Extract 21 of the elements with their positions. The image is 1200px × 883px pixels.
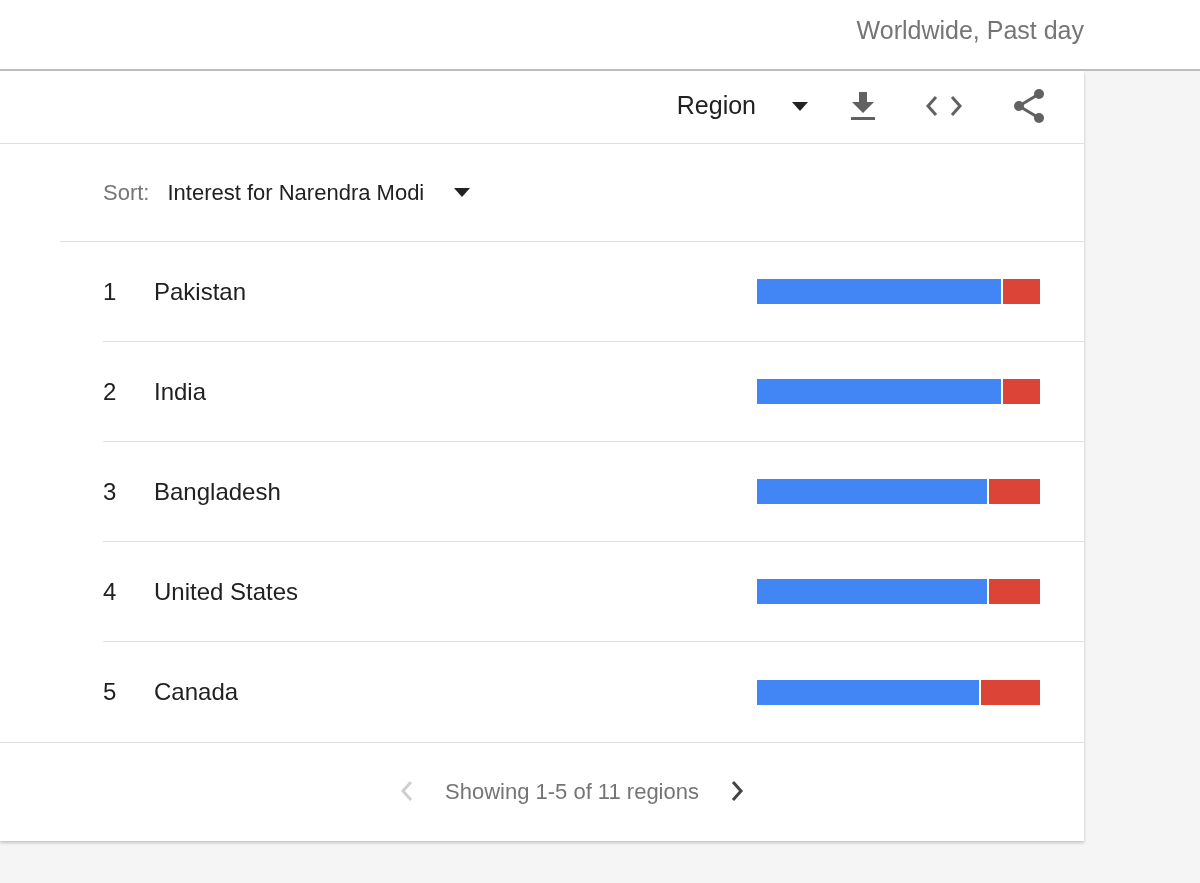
caret-icon	[454, 188, 471, 197]
next-page-chevron-icon[interactable]	[729, 780, 745, 802]
sort-select[interactable]: Interest for Narendra Modi	[167, 176, 471, 209]
rank-number: 1	[103, 276, 118, 307]
region-select[interactable]: Region	[676, 87, 808, 125]
rank-number: 4	[103, 576, 118, 607]
sort-label: Sort:	[103, 179, 150, 207]
download-icon[interactable]	[850, 92, 876, 120]
caret-icon	[792, 101, 808, 111]
rank-number: 5	[103, 677, 118, 707]
region-name[interactable]: Bangladesh	[154, 473, 757, 510]
region-name[interactable]: Canada	[154, 674, 757, 710]
scope-label: Worldwide, Past day	[856, 15, 1084, 46]
embed-code-icon[interactable]	[926, 95, 962, 117]
share-icon[interactable]	[1012, 88, 1046, 124]
region-name[interactable]: Pakistan	[154, 273, 757, 310]
pager-text: Showing 1-5 of 11 regions	[445, 777, 699, 806]
rank-number: 2	[103, 376, 118, 407]
region-name[interactable]: United States	[154, 573, 757, 610]
rank-number: 3	[103, 476, 118, 507]
region-name[interactable]: India	[154, 373, 757, 410]
